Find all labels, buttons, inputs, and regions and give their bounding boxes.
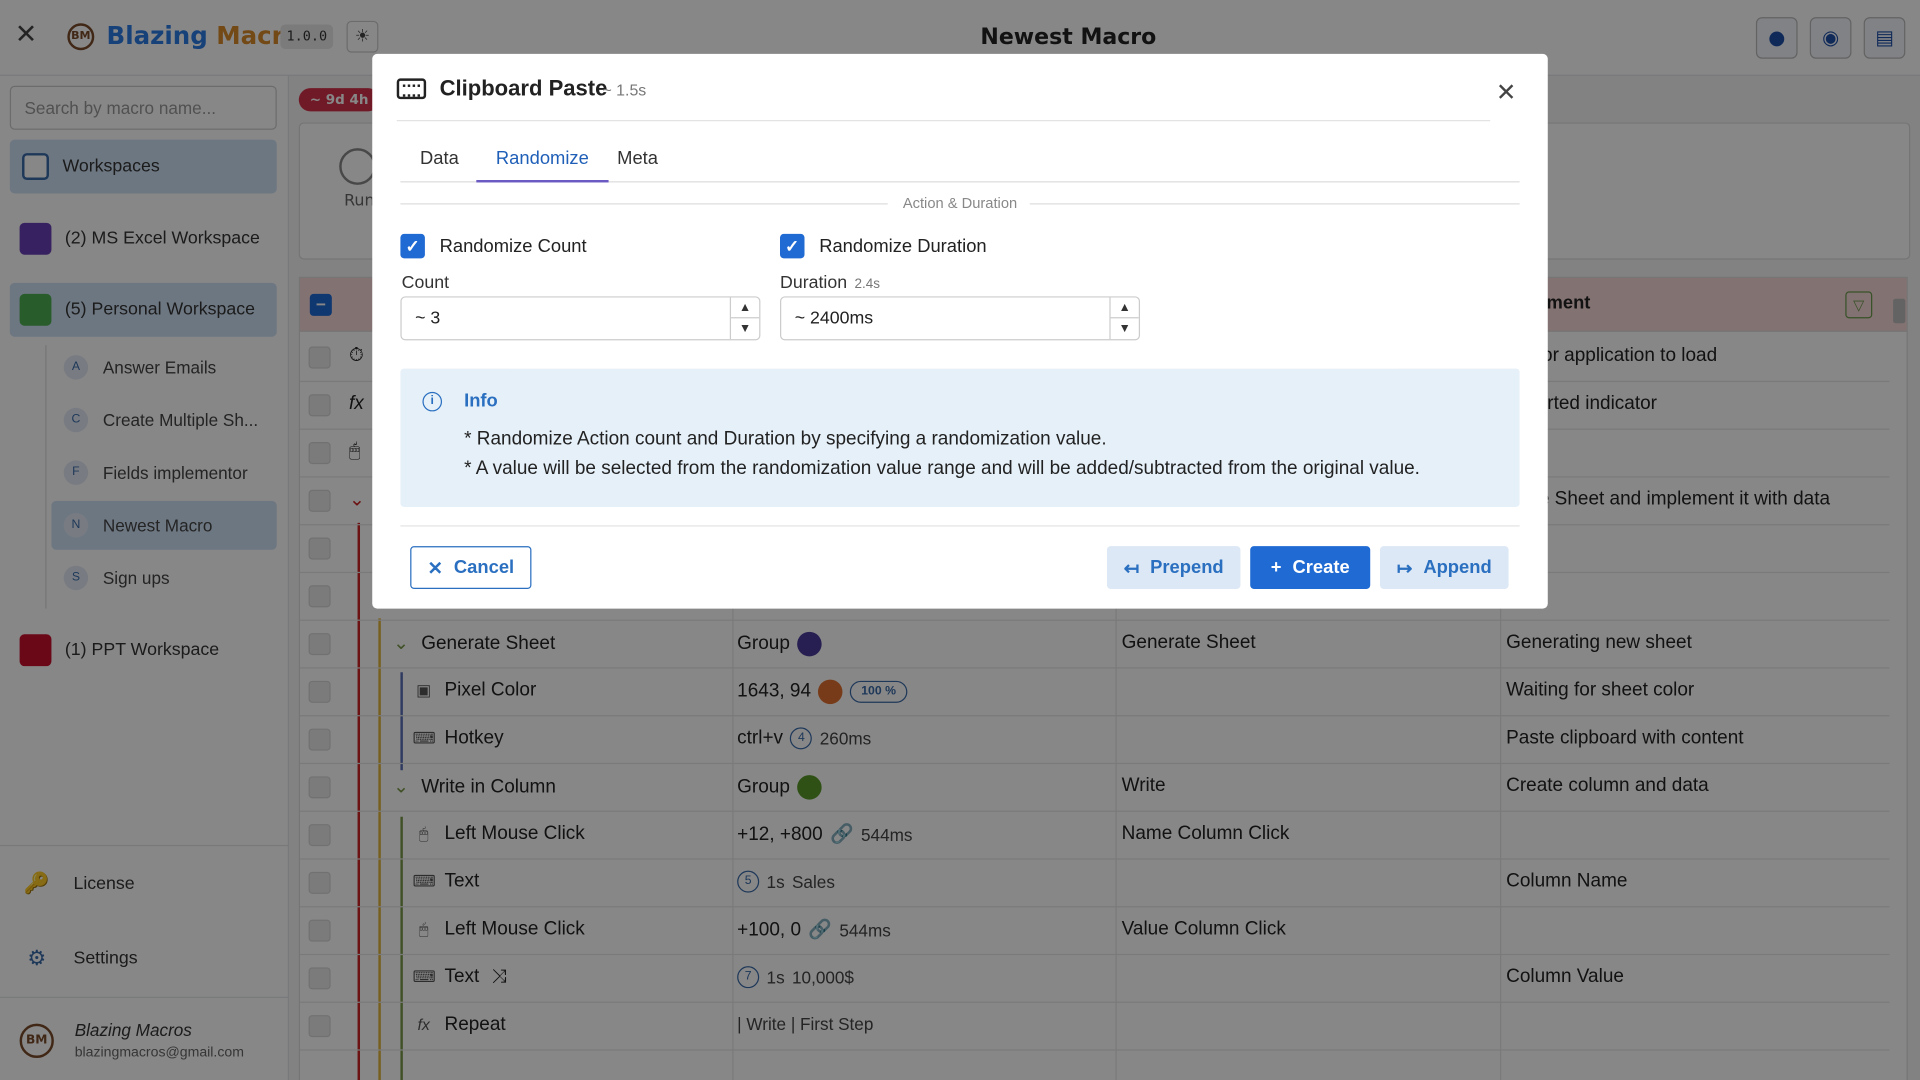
duration-stepper[interactable]: ▲ ▼ [1109,297,1139,340]
tab-meta[interactable]: Meta [598,137,678,182]
info-text: * A value will be selected from the rand… [464,457,1420,479]
duration-label: Duration 2.4s [780,273,880,293]
create-button[interactable]: + Create [1250,546,1371,589]
keyboard-icon [396,78,427,100]
close-icon[interactable]: ✕ [1494,81,1518,105]
duration-input[interactable]: ~ 2400ms ▲ ▼ [780,296,1141,341]
info-text: * Randomize Action count and Duration by… [464,428,1107,450]
count-stepper[interactable]: ▲ ▼ [729,297,760,340]
check-icon: ✓ [400,233,425,259]
chevron-up-icon[interactable]: ▲ [1110,298,1139,319]
app-window: ✕ BM Blazing Macros 1.0.0 ☀ Newest Macro… [0,0,1920,1080]
cancel-button[interactable]: ✕ Cancel [410,546,532,589]
dialog-tabs: Data Randomize Meta [400,137,1520,183]
checkbox-label: Randomize Duration [819,235,987,257]
randomize-count-checkbox[interactable]: ✓ Randomize Count [400,233,587,259]
randomize-duration-checkbox[interactable]: ✓ Randomize Duration [780,233,987,259]
info-title: Info [464,390,498,412]
count-label: Count [401,273,450,293]
checkbox-label: Randomize Count [439,235,587,257]
close-icon: ✕ [427,557,443,579]
count-input[interactable]: ~ 3 ▲ ▼ [400,296,761,341]
divider [396,120,1491,122]
dialog-duration: ~ 1.5s [602,80,647,100]
action-dialog: Clipboard Paste ~ 1.5s ✕ Data Randomize … [372,53,1548,609]
dialog-title: Clipboard Paste [439,75,608,101]
chevron-down-icon[interactable]: ▼ [731,318,759,339]
section-divider: Action & Duration [400,193,1520,213]
prepend-button[interactable]: ↤ Prepend [1106,546,1241,589]
arrow-left-icon: ↤ [1123,557,1140,579]
info-icon: i [422,391,443,412]
tab-data[interactable]: Data [400,137,478,182]
info-alert: i Info * Randomize Action count and Dura… [400,368,1520,507]
plus-icon: + [1270,557,1282,578]
section-title: Action & Duration [902,194,1018,212]
append-button[interactable]: ↦ Append [1380,546,1509,589]
chevron-up-icon[interactable]: ▲ [731,298,760,319]
check-icon: ✓ [780,233,805,259]
arrow-right-icon: ↦ [1396,557,1413,579]
duration-hint: 2.4s [854,276,880,292]
divider [400,525,1520,527]
chevron-down-icon[interactable]: ▼ [1111,318,1139,339]
tab-randomize[interactable]: Randomize [476,137,609,183]
